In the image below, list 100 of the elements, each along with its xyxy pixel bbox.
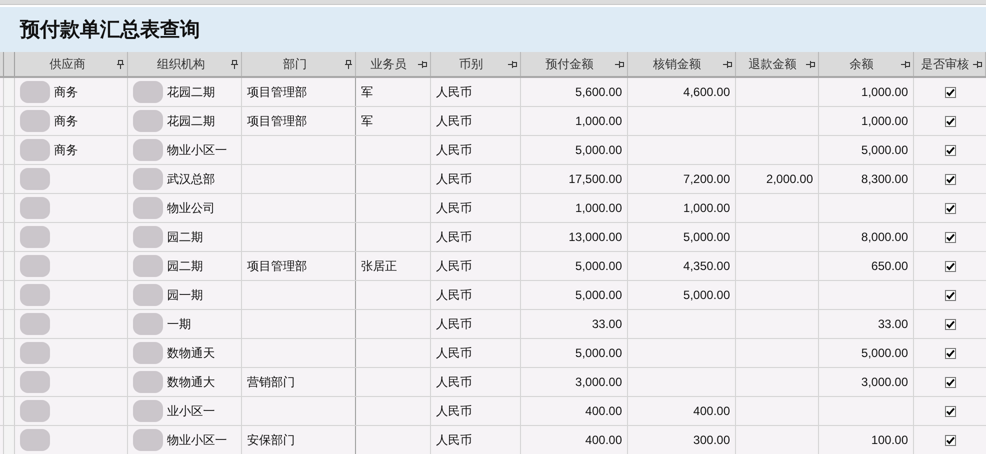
table-cell-text: 一期 [167,316,191,333]
table-cell-text: 4,600.00 [683,84,730,101]
redaction-mask [20,400,50,422]
redaction-mask [20,371,50,393]
redaction-mask [20,197,50,219]
audit-checkbox[interactable] [944,376,956,388]
table-cell-text: 人民币 [436,171,472,188]
redaction-mask [20,342,50,364]
table-cell-text: 33.00 [592,316,622,333]
redaction-mask [20,139,50,161]
audit-checkbox[interactable] [944,116,956,126]
audit-checkbox[interactable] [944,348,956,358]
table-cell-text: 项目管理部 [247,84,307,101]
table-cell-text: 13,000.00 [568,229,622,246]
table-cell-text: 400.00 [585,403,622,420]
column-header[interactable]: 组织机构 [128,52,242,76]
pin-icon[interactable] [806,60,815,68]
table-cell-text: 100.00 [871,432,908,449]
pin-icon[interactable] [508,60,517,68]
table-cell-text: 军 [361,84,373,101]
table-cell-text: 5,000.00 [861,345,908,362]
table-cell-text: 1,000.00 [861,113,908,130]
table-cell-text: 安保部门 [247,432,295,449]
redaction-mask [20,255,50,277]
table-cell-text: 650.00 [871,258,908,275]
table-cell-text: 5,000.00 [575,345,622,362]
table-cell-text: 园一期 [167,287,203,304]
table-cell-text: 物业小区一 [167,432,227,449]
table-cell-text: 1,000.00 [861,84,908,101]
pin-icon[interactable] [901,60,910,68]
column-header[interactable]: 余额 [819,52,914,76]
table-cell-text: 商务 [54,142,78,159]
column-header[interactable]: 核销金额 [628,52,736,76]
pin-icon[interactable] [231,60,238,68]
table-cell-text: 2,000.00 [766,171,813,188]
table-cell-text: 园二期 [167,258,203,275]
column-header[interactable]: 部门 [242,52,356,76]
redaction-mask [20,429,50,451]
table-cell-text: 1,000.00 [575,113,622,130]
redaction-mask [133,226,163,248]
column-header[interactable]: 业务员 [356,52,431,76]
column-header[interactable]: 币别 [431,52,521,76]
table-cell-text: 17,500.00 [568,171,622,188]
column-header[interactable]: 预付金额 [521,52,628,76]
redaction-mask [133,400,163,422]
column-header[interactable]: 退款金额 [736,52,819,76]
redaction-mask [20,313,50,335]
redaction-mask [133,81,163,103]
table-cell-text: 人民币 [436,258,472,275]
table-cell-text: 人民币 [436,403,472,420]
audit-checkbox[interactable] [944,174,956,184]
table-cell-text: 人民币 [436,432,472,449]
table-cell-text: 5,000.00 [575,142,622,159]
pin-icon[interactable] [418,60,427,68]
table-cell-text: 1,000.00 [575,200,622,217]
table-cell-text: 张居正 [361,258,397,275]
table-cell-text: 人民币 [436,142,472,159]
table-cell-text: 物业小区一 [167,142,227,159]
audit-checkbox[interactable] [944,202,956,214]
redaction-mask [133,313,163,335]
redaction-mask [133,168,163,190]
table-cell-text: 3,000.00 [575,374,622,391]
table-cell-text: 8,000.00 [861,229,908,246]
audit-checkbox[interactable] [944,86,956,98]
table-cell-text: 项目管理部 [247,113,307,130]
pin-icon[interactable] [723,60,732,68]
audit-checkbox[interactable] [944,434,956,446]
redaction-mask [133,110,163,132]
table-cell-text: 数物通大 [167,374,215,391]
table-cell-text: 人民币 [436,345,472,362]
audit-checkbox[interactable] [944,290,956,300]
table-cell-text: 400.00 [693,403,730,420]
table-cell-text: 5,600.00 [575,84,622,101]
redaction-mask [20,81,50,103]
pin-icon[interactable] [345,60,352,68]
redaction-mask [133,284,163,306]
audit-checkbox[interactable] [944,232,956,242]
table-cell-text: 33.00 [878,316,908,333]
pin-icon[interactable] [117,60,124,68]
redaction-mask [133,197,163,219]
table-cell-text: 花园二期 [167,113,215,130]
table-cell-text: 人民币 [436,287,472,304]
column-header[interactable]: 供应商 [15,52,128,76]
table-cell-text: 人民币 [436,200,472,217]
redaction-mask [20,110,50,132]
audit-checkbox[interactable] [944,260,956,272]
audit-checkbox[interactable] [944,406,956,416]
audit-checkbox[interactable] [944,144,956,156]
pin-icon[interactable] [973,60,982,68]
redaction-mask [133,342,163,364]
table-cell-text: 人民币 [436,229,472,246]
column-header[interactable]: 是否审核 [914,52,986,76]
table-cell-text: 人民币 [436,84,472,101]
redaction-mask [133,429,163,451]
table-cell-text: 人民币 [436,374,472,391]
page-title: 预付款单汇总表查询 [20,18,200,42]
table-cell-text: 武汉总部 [167,171,215,188]
audit-checkbox[interactable] [944,318,956,330]
pin-icon[interactable] [615,60,624,68]
table-cell-text: 400.00 [585,432,622,449]
